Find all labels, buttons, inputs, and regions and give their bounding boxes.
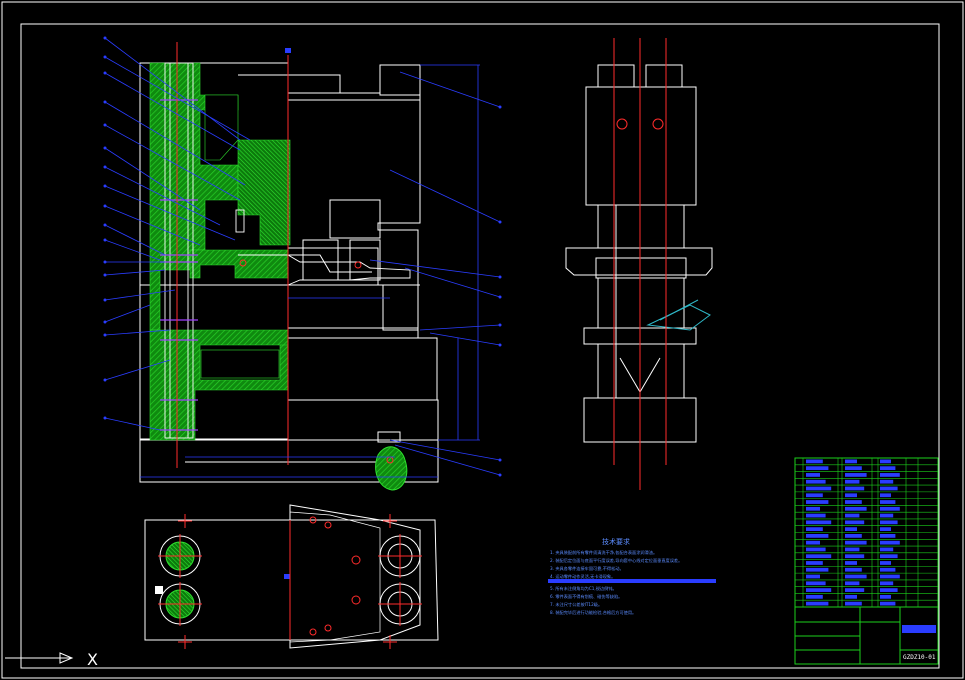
parts-table-cell-text xyxy=(845,601,862,606)
parts-table-cell-text xyxy=(845,479,860,484)
parts-table-cell-text xyxy=(880,601,896,606)
ucs-axis-icon: X xyxy=(1,548,98,669)
parts-table-cell-text xyxy=(845,486,865,491)
parts-table-cell-text xyxy=(806,540,820,545)
parts-table-cell-text xyxy=(806,493,823,498)
tech-req-line: 5. 所有未注倒角均为C1,锐边倒钝。 xyxy=(550,585,617,592)
parts-table-cell-text xyxy=(845,459,857,464)
section-hatching xyxy=(149,62,291,441)
parts-table-cell-text xyxy=(880,466,896,471)
parts-table-cell-text xyxy=(806,581,826,586)
parts-table-cell-text xyxy=(880,561,891,565)
parts-table-cell-text xyxy=(806,486,832,491)
technical-requirements: 技术要求 1. 夹具装配前所有零件须清洗干净,各配合表面涂润滑油。 2. 装配后… xyxy=(548,537,716,616)
parts-table-cell-text xyxy=(845,594,857,599)
parts-table-cell-text xyxy=(880,574,900,579)
parts-table-cell-text xyxy=(806,520,832,525)
tech-req-line: 2. 装配后定位面与底面平行度误差,导向套中心线对定位面垂直度误差。 xyxy=(550,557,682,564)
parts-table-cell-text xyxy=(880,588,898,592)
parts-table-cell-text xyxy=(806,473,820,477)
parts-table-cell-text xyxy=(880,486,898,491)
parts-table-cell-text xyxy=(845,506,867,511)
drawing-number: GZDZ10-01 xyxy=(903,654,936,661)
parts-table-cell-text xyxy=(880,527,891,531)
cad-drawing-canvas[interactable]: 技术要求 1. 夹具装配前所有零件须清洗干净,各配合表面涂润滑油。 2. 装配后… xyxy=(0,0,965,680)
parts-list-table xyxy=(794,457,939,665)
parts-table-cell-text xyxy=(806,547,826,552)
parts-table-cell-text xyxy=(806,601,829,606)
parts-table-cell-text xyxy=(806,554,832,559)
parts-table-cell-text xyxy=(845,581,860,586)
parts-table-cell-text xyxy=(880,547,894,552)
cam-handle xyxy=(375,431,408,491)
parts-table-cell-text xyxy=(880,554,898,559)
parts-table-cell-text xyxy=(880,567,896,572)
parts-table-cell-text xyxy=(845,588,865,592)
parts-table-cell-text xyxy=(845,527,857,531)
part-balloons-right xyxy=(498,105,502,477)
parts-table-cell-text xyxy=(806,506,820,511)
parts-table-cell-text xyxy=(806,594,823,599)
side-view-handle xyxy=(646,299,711,331)
parts-table-cell-text xyxy=(845,513,860,518)
parts-table-cell-text xyxy=(806,466,829,471)
tech-req-line: 7. 未注尺寸公差按IT12级。 xyxy=(550,601,602,608)
plan-view xyxy=(144,504,439,649)
parts-table-cell-text xyxy=(845,466,862,471)
parts-table-cell-text xyxy=(845,574,867,579)
parts-table-cell-text xyxy=(845,493,857,498)
parts-table-cell-text xyxy=(806,561,823,565)
axis-x-label: X xyxy=(87,650,98,669)
tech-req-line: 6. 零件表面不得有划痕、碰伤等缺陷。 xyxy=(550,593,622,600)
parts-table-cell-text xyxy=(806,513,826,518)
parts-table-cell-text xyxy=(806,534,829,538)
parts-table-cell-text xyxy=(845,561,857,565)
parts-table-cell-text xyxy=(806,588,832,592)
parts-table-cell-text xyxy=(845,534,862,538)
tech-req-line: 1. 夹具装配前所有零件须清洗干净,各配合表面涂润滑油。 xyxy=(550,549,657,556)
tech-req-line: 3. 夹具各零件连接牢固可靠,不得松动。 xyxy=(550,565,624,572)
parts-table-cell-text xyxy=(880,459,891,464)
parts-table-cell-text xyxy=(845,500,862,504)
parts-table-cell-text xyxy=(880,534,896,538)
parts-table-cell-text xyxy=(880,513,894,518)
parts-table-cell-text xyxy=(880,473,900,477)
parts-table-cell-text xyxy=(845,554,865,559)
centerlines-side xyxy=(613,38,667,490)
parts-table-cell-text xyxy=(845,473,867,477)
parts-table-cell-text xyxy=(880,581,894,586)
parts-table-cell-text xyxy=(880,540,900,545)
tech-req-title: 技术要求 xyxy=(602,537,630,546)
parts-table-cell-text xyxy=(845,540,867,545)
tech-req-line: 4. 运动零件动作灵活,无卡滞现象。 xyxy=(550,573,615,580)
side-view xyxy=(565,64,713,443)
title-block: GZDZ10-01 xyxy=(794,606,939,665)
parts-table-cell-text xyxy=(806,479,826,484)
parts-table-cell-text xyxy=(806,567,829,572)
parts-table-cell-text xyxy=(806,574,820,579)
parts-table-cell-text xyxy=(880,506,900,511)
tech-req-line: 8. 装配完毕后进行功能检验,合格后方可使用。 xyxy=(550,609,636,616)
leader-lines-right xyxy=(369,71,501,476)
parts-table-cell-text xyxy=(880,493,891,498)
parts-table-cell-text xyxy=(806,459,823,464)
parts-table-cell-text xyxy=(880,500,896,504)
parts-table-cell-text xyxy=(806,527,823,531)
front-section-view xyxy=(103,36,502,579)
parts-table-cell-text xyxy=(845,520,865,525)
parts-table-cell-text xyxy=(880,520,898,525)
parts-table-cell-text xyxy=(880,594,891,599)
parts-table-cell-text xyxy=(845,567,862,572)
parts-table-cell-text xyxy=(845,547,860,552)
parts-table-cell-text xyxy=(880,479,894,484)
parts-table-cell-text xyxy=(806,500,829,504)
part-balloons-left xyxy=(103,36,107,420)
